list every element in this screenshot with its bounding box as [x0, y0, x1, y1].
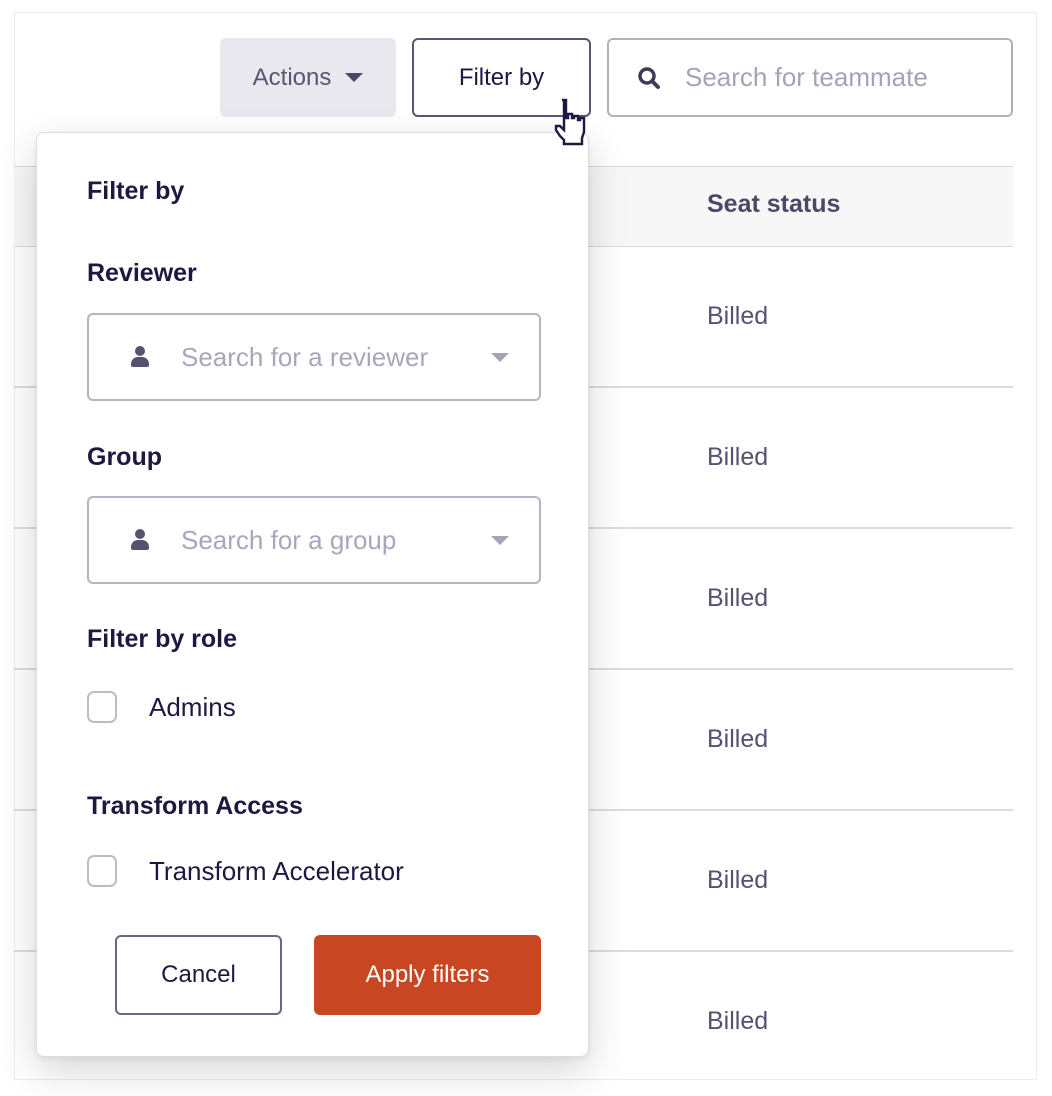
seat-status-cell: Billed	[707, 866, 769, 894]
group-select-placeholder: Search for a group	[181, 524, 397, 555]
pointer-hand-cursor-icon	[554, 98, 586, 146]
admins-checkbox[interactable]	[87, 691, 117, 723]
person-icon	[129, 346, 151, 368]
actions-label: Actions	[252, 63, 332, 91]
search-icon	[638, 66, 660, 89]
filter-by-label: Filter by	[458, 63, 545, 91]
transform-accelerator-label: Transform Accelerator	[149, 855, 404, 886]
seat-status-cell: Billed	[707, 1007, 769, 1035]
cancel-button-label: Cancel	[161, 961, 236, 988]
apply-filters-button-label: Apply filters	[365, 961, 490, 988]
reviewer-label: Reviewer	[87, 259, 197, 287]
filter-popover-title: Filter by	[87, 177, 185, 205]
seat-status-cell: Billed	[707, 302, 769, 330]
person-icon	[129, 529, 151, 551]
reviewer-select-placeholder: Search for a reviewer	[181, 341, 429, 372]
caret-down-icon	[491, 352, 509, 362]
teammate-search-field[interactable]	[607, 38, 1013, 117]
admins-checkbox-label: Admins	[149, 691, 236, 722]
filter-by-role-label: Filter by role	[87, 625, 238, 653]
caret-down-icon	[491, 535, 509, 545]
group-select[interactable]: Search for a group	[87, 496, 541, 584]
reviewer-select[interactable]: Search for a reviewer	[87, 313, 541, 401]
caret-down-icon	[345, 73, 364, 82]
admins-checkbox-row[interactable]: Admins	[87, 691, 236, 723]
filter-popover: Filter by Reviewer Search for a reviewer…	[36, 132, 589, 1057]
actions-dropdown-button[interactable]: Actions	[220, 38, 396, 117]
seat-status-cell: Billed	[707, 584, 769, 612]
transform-accelerator-checkbox-row[interactable]: Transform Accelerator	[87, 855, 404, 887]
seat-status-cell: Billed	[707, 725, 769, 753]
transform-access-label: Transform Access	[87, 792, 303, 820]
column-header-seat-status[interactable]: Seat status	[707, 190, 840, 219]
apply-filters-button[interactable]: Apply filters	[314, 935, 541, 1015]
group-label: Group	[87, 443, 162, 471]
transform-accelerator-checkbox[interactable]	[87, 855, 117, 887]
seat-status-cell: Billed	[707, 443, 769, 471]
cancel-button[interactable]: Cancel	[115, 935, 282, 1015]
teammate-search-input[interactable]	[685, 62, 985, 93]
